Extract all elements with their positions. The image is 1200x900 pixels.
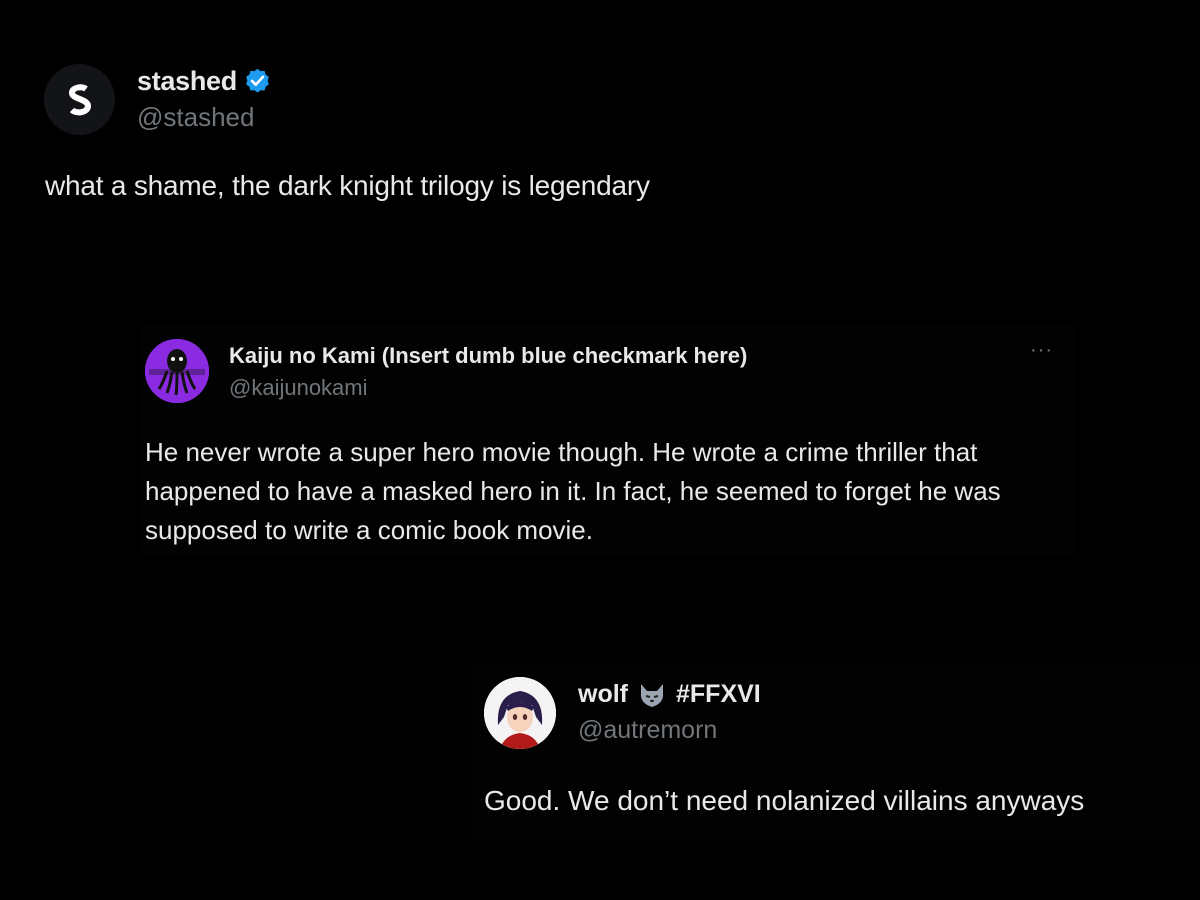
post-text: Good. We don’t need nolanized villains a… — [484, 785, 1085, 816]
display-name[interactable]: Kaiju no Kami (Insert dumb blue checkmar… — [229, 343, 747, 369]
stashed-name-row: stashed — [137, 66, 272, 97]
display-name[interactable]: wolf — [578, 680, 628, 709]
post-text: what a shame, the dark knight trilogy is… — [45, 170, 650, 201]
handle[interactable]: @kaijunokami — [229, 375, 368, 401]
handle[interactable]: @stashed — [137, 102, 254, 133]
post-kaijunokami: Kaiju no Kami (Insert dumb blue checkmar… — [140, 325, 1075, 555]
name-hashtag[interactable]: #FFXVI — [676, 680, 761, 709]
octopus-avatar-icon — [145, 339, 209, 403]
wolf-face-icon — [641, 683, 663, 707]
post-stashed: stashed @stashed what a shame, the dark … — [0, 40, 1200, 230]
verified-badge-icon — [246, 68, 269, 93]
kaiju-avatar[interactable] — [145, 339, 209, 403]
stashed-avatar[interactable] — [44, 64, 115, 135]
display-name[interactable]: stashed — [137, 66, 237, 97]
post-text: He never wrote a super hero movie though… — [145, 437, 1001, 545]
wolf-avatar[interactable] — [484, 677, 556, 749]
post-autremorn: wolf #FFXVI @autremorn Good. We don’t ne… — [470, 665, 1200, 840]
wolf-name-row: wolf #FFXVI — [578, 680, 761, 709]
stashed-logo-icon — [68, 83, 91, 115]
handle[interactable]: @autremorn — [578, 716, 717, 745]
more-options-button[interactable]: ··· — [1030, 339, 1053, 362]
anime-character-avatar-icon — [484, 677, 556, 749]
